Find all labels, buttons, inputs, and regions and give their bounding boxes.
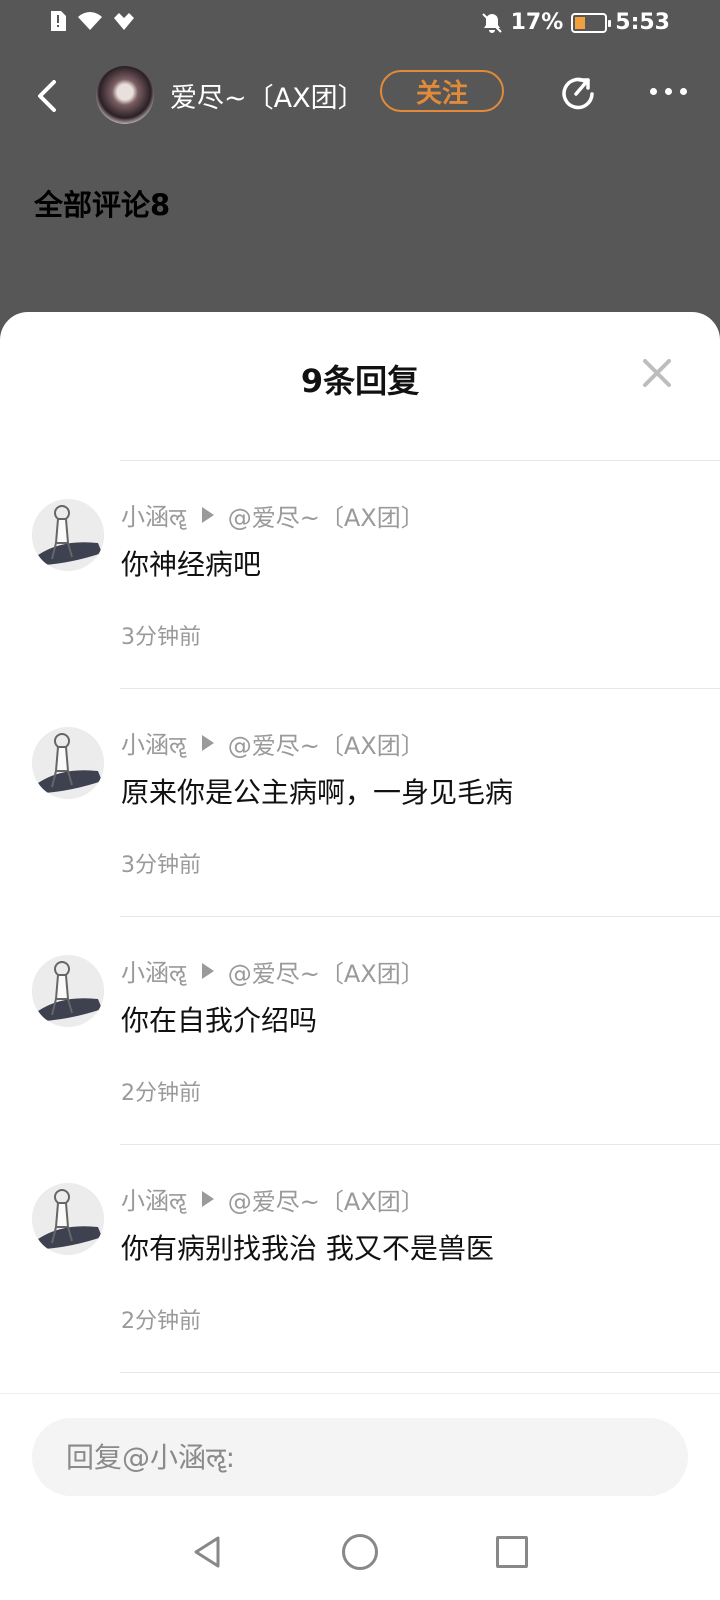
reply-time: 3分钟前	[121, 625, 201, 650]
reply-username[interactable]: 小涵ॡ	[121, 725, 186, 761]
reply-item[interactable]: 小涵ॡ @爱尽~〔AX团〕 你在自我介绍吗 2分钟前	[0, 917, 720, 1145]
reply-text: 你神经病吧	[121, 548, 262, 581]
user-avatar[interactable]	[32, 727, 104, 799]
reply-meta: 小涵ॡ @爱尽~〔AX团〕	[121, 725, 425, 761]
reply-arrow-icon	[201, 1191, 214, 1207]
reply-text: 你在自我介绍吗	[121, 1004, 318, 1037]
wifi-icon	[78, 12, 102, 30]
author-name[interactable]: 爱尽~〔AX团〕	[170, 76, 365, 115]
reply-target[interactable]: @爱尽~〔AX团〕	[228, 498, 425, 533]
status-bar: 17% 5:53	[0, 0, 720, 48]
reply-arrow-icon	[201, 963, 214, 979]
reply-text: 原来你是公主病啊，一身见毛病	[121, 776, 514, 809]
reply-username[interactable]: 小涵ॡ	[121, 1181, 186, 1217]
close-icon[interactable]	[640, 356, 674, 390]
reply-username[interactable]: 小涵ॡ	[121, 953, 186, 989]
follow-button[interactable]: 关注	[380, 70, 504, 112]
reply-item[interactable]: 小涵ॡ @爱尽~〔AX团〕 你神经病吧 3分钟前	[0, 461, 720, 689]
reply-meta: 小涵ॡ @爱尽~〔AX团〕	[121, 497, 425, 533]
clock: 5:53	[615, 10, 670, 35]
reply-composer	[0, 1393, 720, 1503]
sheet-title: 9条回复	[300, 362, 420, 400]
share-icon[interactable]	[556, 72, 600, 116]
reply-input[interactable]	[32, 1418, 688, 1496]
reply-text: 你有病别找我治 我又不是兽医	[121, 1232, 494, 1265]
comments-heading: 全部评论8	[34, 188, 171, 222]
divider	[120, 1372, 720, 1373]
mute-icon	[481, 12, 502, 33]
reply-username[interactable]: 小涵ॡ	[121, 497, 186, 533]
battery-icon	[571, 12, 612, 33]
reply-target[interactable]: @爱尽~〔AX团〕	[228, 954, 425, 989]
user-avatar[interactable]	[32, 499, 104, 571]
nav-back-icon[interactable]	[190, 1534, 226, 1570]
back-icon[interactable]	[28, 72, 68, 120]
user-avatar[interactable]	[32, 1183, 104, 1255]
reply-item[interactable]: 小涵ॡ @爱尽~〔AX团〕 你有病别找我治 我又不是兽医 2分钟前	[0, 1145, 720, 1373]
more-icon[interactable]	[650, 88, 694, 98]
reply-time: 2分钟前	[121, 1309, 201, 1334]
sim-alert-icon	[51, 11, 66, 31]
reply-time: 2分钟前	[121, 1081, 201, 1106]
user-avatar[interactable]	[32, 955, 104, 1027]
nav-home-icon[interactable]	[342, 1534, 378, 1570]
author-avatar[interactable]	[96, 66, 154, 124]
reply-time: 3分钟前	[121, 853, 201, 878]
reply-target[interactable]: @爱尽~〔AX团〕	[228, 726, 425, 761]
reply-item[interactable]: 小涵ॡ @爱尽~〔AX团〕 原来你是公主病啊，一身见毛病 3分钟前	[0, 689, 720, 917]
post-header: 爱尽~〔AX团〕 关注	[0, 60, 720, 130]
reply-meta: 小涵ॡ @爱尽~〔AX团〕	[121, 1181, 425, 1217]
nav-recents-icon[interactable]	[496, 1536, 528, 1568]
battery-percent: 17%	[510, 10, 564, 35]
system-nav-bar	[0, 1510, 720, 1600]
reply-arrow-icon	[201, 735, 214, 751]
reply-meta: 小涵ॡ @爱尽~〔AX团〕	[121, 953, 425, 989]
reply-arrow-icon	[201, 507, 214, 523]
reply-target[interactable]: @爱尽~〔AX团〕	[228, 1182, 425, 1217]
signal-icon	[114, 13, 134, 30]
